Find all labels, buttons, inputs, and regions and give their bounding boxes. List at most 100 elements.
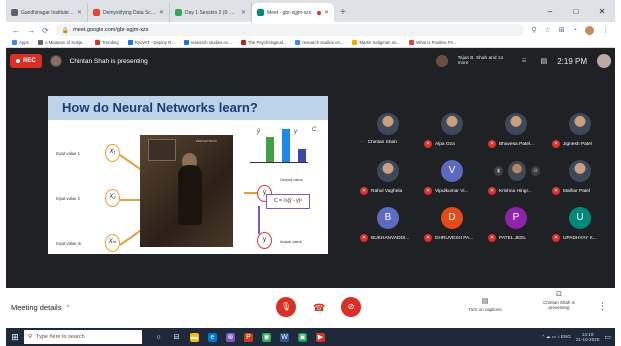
input-node-1: X₁ (105, 144, 120, 162)
participant-tile[interactable]: ⋯ Chintan Shah (358, 112, 420, 152)
participant-name-row: ✕ Alpa Oza (424, 140, 484, 148)
participant-avatar (505, 113, 527, 135)
taskbar-app-icon[interactable]: ◉ (262, 332, 271, 342)
bookmark-item[interactable]: research studies on... (295, 40, 343, 45)
taskbar-search-box[interactable]: ⚲ Type here to search (24, 330, 142, 344)
bookmark-label: A Measure of Subje... (44, 40, 86, 45)
extension-icon[interactable]: ⊞ (559, 26, 565, 34)
browser-tab[interactable]: Demystifying Data Science usi...✕ (88, 3, 170, 22)
participant-tile[interactable]: B ✕ BUKHANVADDI... (358, 206, 420, 246)
captions-button[interactable]: ▤ Turn on captions (467, 297, 503, 312)
profile-avatar[interactable] (585, 25, 594, 35)
participant-name: BUKHANVADDI... (371, 235, 410, 241)
bookmark-item[interactable]: RycVAT - Deploy R... (127, 40, 175, 45)
close-tab-icon[interactable]: ✕ (324, 9, 329, 16)
participant-name: Bhavesa Patel... (499, 141, 534, 147)
maximize-icon[interactable]: □ (563, 7, 589, 16)
bookmark-item[interactable]: research studies on... (183, 40, 232, 45)
browser-menu-icon[interactable]: ⋮ (602, 26, 609, 34)
bookmark-item[interactable]: What is Positive Ps... (409, 40, 456, 45)
bookmark-label: research studies on... (302, 40, 344, 45)
close-tab-icon[interactable]: ✕ (241, 9, 246, 16)
mic-muted-icon: ✕ (552, 234, 560, 242)
bookmark-label: The Psychological... (247, 40, 287, 45)
participant-avatar (377, 160, 399, 182)
participant-tile[interactable]: ✕ Malhar Patel (550, 159, 612, 199)
input-label-m: Input value m (56, 241, 82, 246)
mic-muted-icon: ✕ (552, 187, 560, 195)
participant-avatar (441, 113, 463, 135)
key-icon[interactable]: ⚲ (531, 26, 536, 34)
close-tab-icon[interactable]: ✕ (77, 9, 82, 16)
hang-up-button[interactable]: ☎ (313, 303, 325, 314)
taskbar-app-icon[interactable]: ▬ (190, 332, 199, 342)
more-options-icon[interactable]: ⋮ (598, 301, 607, 312)
close-tab-icon[interactable]: ✕ (159, 9, 164, 16)
participant-tile[interactable]: ✕ Alpa Oza (422, 112, 484, 152)
tray-clock[interactable]: 14:19 21-10-2020 (576, 332, 600, 343)
joined-avatar (435, 55, 448, 67)
windows-taskbar: ⊞ ⚲ Type here to search ○ ⊟ ▬ e ⊛ P ◉ W ▣ ▶ ^ ☁ ▭… (6, 328, 615, 346)
taskbar-app-icon[interactable]: ⊛ (226, 332, 235, 342)
new-tab-button[interactable]: + (334, 3, 352, 22)
browser-tab[interactable]: Meet - gbr-sgjm-xzs ✕ (252, 3, 334, 22)
speaking-indicator-icon: ⋯ (360, 140, 365, 145)
taskbar-app-icon[interactable]: ○ (154, 333, 163, 342)
notification-icon[interactable]: ▭ (604, 333, 611, 341)
forward-icon[interactable]: → (27, 26, 35, 35)
bookmark-item[interactable]: Martin Seligman on... (352, 40, 400, 45)
address-bar[interactable]: 🔒 meet.google.com/gbr-sgjm-xzs (55, 24, 525, 36)
mic-muted-icon: ✕ (360, 234, 368, 242)
taskbar-app-icon[interactable]: ⊟ (172, 333, 181, 342)
input-label-2: Input value 2 (56, 196, 80, 201)
participant-tile[interactable]: ✕ Rahul Vaghela (358, 159, 420, 199)
participant-tile[interactable]: P ✕ PATEL JEEL (486, 206, 548, 246)
taskbar-app-icon[interactable]: P (244, 332, 253, 342)
toolbar-right-icons: ⚲ ☆ ⊞ ◔ ⋮ (531, 25, 609, 35)
minimize-icon[interactable]: – (537, 7, 563, 16)
bookmark-item[interactable]: Apps (12, 40, 29, 45)
back-icon[interactable]: ← (12, 26, 20, 35)
remove-icon[interactable]: ⊖ (531, 166, 540, 176)
extension-icon-2[interactable]: ◔ (573, 27, 577, 34)
present-now-button[interactable]: ⊡ Chintan Shah is presenting (539, 291, 579, 311)
people-icon[interactable]: ☷ (518, 58, 531, 64)
windows-start-icon[interactable]: ⊞ (6, 328, 24, 346)
reload-icon[interactable]: ⟳ (42, 26, 49, 35)
taskbar-app-icon[interactable]: W (280, 332, 289, 342)
participant-tile[interactable]: D ✕ DHRUVESH PA... (422, 206, 484, 246)
participant-avatar (569, 160, 591, 182)
camera-off-button[interactable]: ⊘ (341, 297, 361, 317)
recording-badge: REC (10, 54, 42, 68)
close-window-icon[interactable]: ✕ (589, 7, 615, 16)
participant-tile[interactable]: ▮ ⊖ ✕ Krishna Hingr... (486, 159, 548, 199)
bookmark-item[interactable]: A Measure of Subje... (37, 40, 86, 45)
participant-tile[interactable]: U ✕ UPADHYAY K... (550, 206, 612, 246)
taskbar-app-icon[interactable]: ▶ (316, 332, 325, 342)
meeting-details-button[interactable]: Meeting details ^ (11, 303, 69, 312)
participant-tile[interactable]: ✕ Bhavesa Patel... (486, 112, 548, 152)
actual-value-label: Actual value (280, 239, 302, 244)
participant-tile[interactable]: ✕ Jignesh Patel (550, 112, 612, 152)
window-controls: – □ ✕ (537, 0, 615, 22)
microphone-off-button[interactable]: 🎙 (276, 297, 296, 317)
tab-title: Gandhinagar Institute of Technology (21, 9, 74, 16)
browser-tab[interactable]: Day 1 Session 2 (0: Adjust A...✕ (170, 3, 252, 22)
bookmark-item[interactable]: The Psychological... (240, 40, 287, 45)
chat-icon[interactable]: ▤ (541, 57, 548, 65)
bookmark-item[interactable]: Trending (94, 40, 119, 45)
participant-name: Vipulkumar Vi... (435, 188, 469, 194)
taskbar-app-icon[interactable]: e (208, 332, 217, 342)
tray-icons[interactable]: ^ ☁ ▭ ♪ ENG (542, 334, 570, 340)
star-icon[interactable]: ☆ (545, 26, 551, 34)
browser-tab[interactable]: Gandhinagar Institute of Technology✕ (6, 3, 88, 22)
feedback-arrow (258, 206, 260, 234)
participant-name-row: ✕ PATEL JEEL (488, 234, 548, 242)
actual-value-node: y (257, 232, 272, 249)
pin-icon[interactable]: ▮ (494, 166, 503, 176)
self-avatar[interactable] (597, 54, 611, 68)
present-icon: ⊡ (556, 291, 562, 298)
participant-tile[interactable]: V ✕ Vipulkumar Vi... (422, 159, 484, 199)
system-tray: ^ ☁ ▭ ♪ ENG 14:19 21-10-2020 ▭ (542, 332, 615, 343)
taskbar-app-icon[interactable]: ▣ (298, 332, 307, 342)
